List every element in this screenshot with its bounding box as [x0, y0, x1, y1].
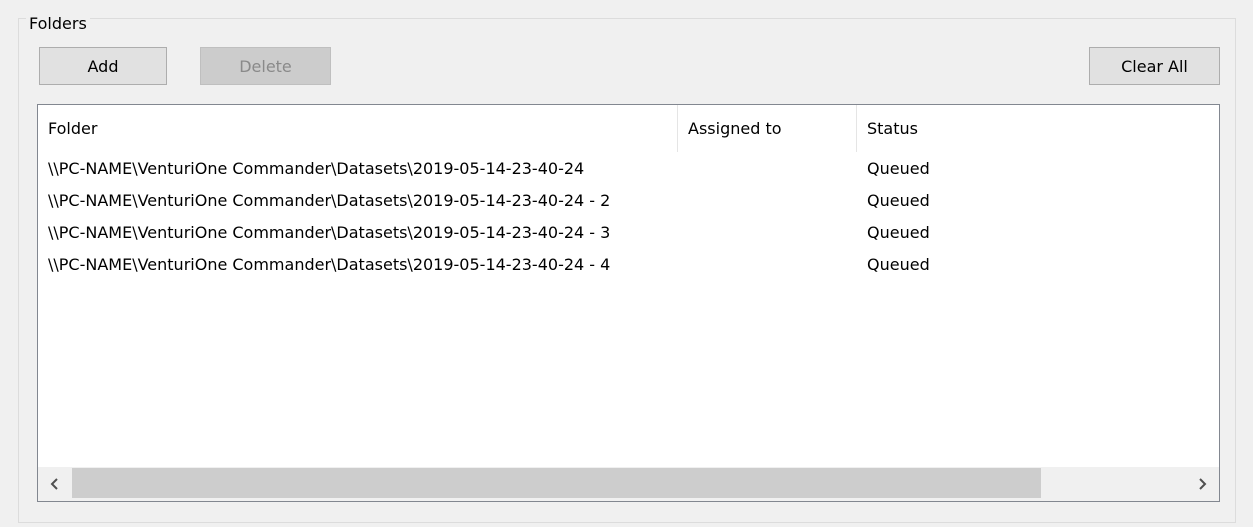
status-cell: Queued [867, 191, 930, 210]
status-cell: Queued [867, 255, 930, 274]
horizontal-scrollbar[interactable] [38, 467, 1219, 501]
column-header-assigned-to[interactable]: Assigned to [678, 105, 857, 152]
add-button[interactable]: Add [39, 47, 167, 85]
folder-cell: \\PC-NAME\VenturiOne Commander\Datasets\… [48, 159, 585, 178]
clear-all-button[interactable]: Clear All [1089, 47, 1220, 85]
status-cell: Queued [867, 159, 930, 178]
column-header-folder[interactable]: Folder [38, 105, 678, 152]
folder-cell: \\PC-NAME\VenturiOne Commander\Datasets\… [48, 223, 611, 242]
delete-button[interactable]: Delete [200, 47, 331, 85]
chevron-right-icon [1199, 478, 1207, 490]
list-row[interactable]: \\PC-NAME\VenturiOne Commander\Datasets\… [38, 217, 1219, 249]
list-header: Folder Assigned to Status [38, 105, 1219, 152]
status-cell: Queued [867, 223, 930, 242]
folders-listview[interactable]: Folder Assigned to Status \\PC-NAME\Vent… [37, 104, 1220, 502]
list-row[interactable]: \\PC-NAME\VenturiOne Commander\Datasets\… [38, 249, 1219, 281]
folder-cell: \\PC-NAME\VenturiOne Commander\Datasets\… [48, 255, 611, 274]
list-row[interactable]: \\PC-NAME\VenturiOne Commander\Datasets\… [38, 185, 1219, 217]
folders-group-title: Folders [26, 14, 90, 34]
list-row[interactable]: \\PC-NAME\VenturiOne Commander\Datasets\… [38, 153, 1219, 185]
scroll-left-button[interactable] [38, 467, 72, 501]
scroll-right-button[interactable] [1185, 467, 1219, 501]
chevron-left-icon [50, 478, 58, 490]
list-rows: \\PC-NAME\VenturiOne Commander\Datasets\… [38, 153, 1219, 281]
column-header-status[interactable]: Status [857, 105, 1017, 152]
scroll-thumb[interactable] [72, 468, 1041, 498]
folder-cell: \\PC-NAME\VenturiOne Commander\Datasets\… [48, 191, 611, 210]
